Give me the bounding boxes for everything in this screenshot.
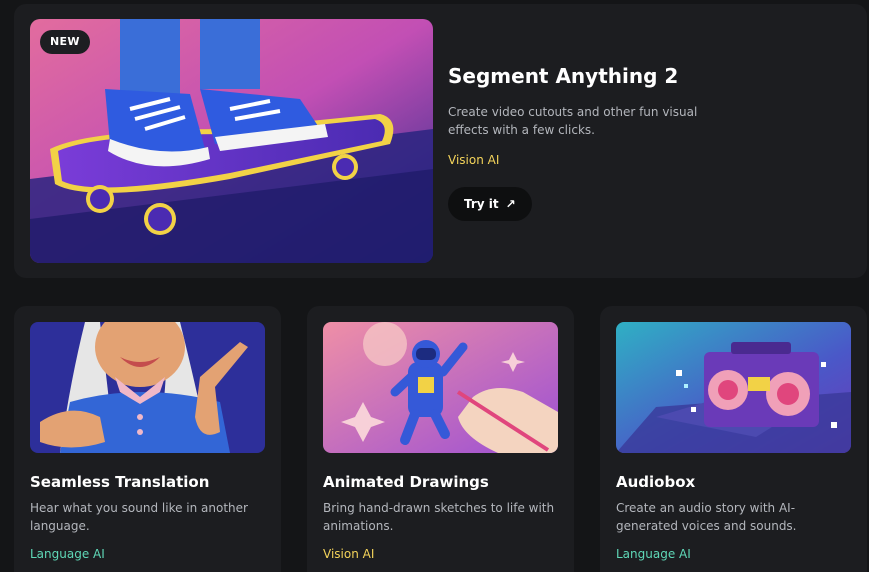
skateboard-illustration[interactable] [30,19,433,263]
card-tag[interactable]: Vision AI [323,547,374,561]
card-title[interactable]: Audiobox [616,473,695,491]
card-tag[interactable]: Language AI [616,547,691,561]
card-animated-drawings[interactable]: Animated Drawings Bring hand-drawn sketc… [307,306,574,572]
featured-tag[interactable]: Vision AI [448,153,499,167]
audiobox-illustration[interactable] [616,322,851,453]
try-it-label: Try it [464,197,499,211]
card-seamless-translation[interactable]: Seamless Translation Hear what you sound… [14,306,281,572]
translation-illustration[interactable] [30,322,265,453]
featured-title[interactable]: Segment Anything 2 [448,64,678,88]
new-badge: NEW [40,30,90,54]
card-description: Create an audio story with AI-generated … [616,501,797,533]
animated-drawings-illustration[interactable] [323,322,558,453]
featured-card[interactable]: NEW Segment Anything 2 Create video cuto… [14,4,867,278]
featured-description: Create video cutouts and other fun visua… [448,105,698,137]
card-audiobox[interactable]: Audiobox Create an audio story with AI-g… [600,306,867,572]
card-description: Hear what you sound like in another lang… [30,501,248,533]
try-it-button[interactable]: Try it ↗ [448,187,532,221]
card-description: Bring hand-drawn sketches to life with a… [323,501,555,533]
arrow-up-right-icon: ↗ [505,197,516,211]
card-tag[interactable]: Language AI [30,547,105,561]
card-title[interactable]: Seamless Translation [30,473,209,491]
card-title[interactable]: Animated Drawings [323,473,489,491]
